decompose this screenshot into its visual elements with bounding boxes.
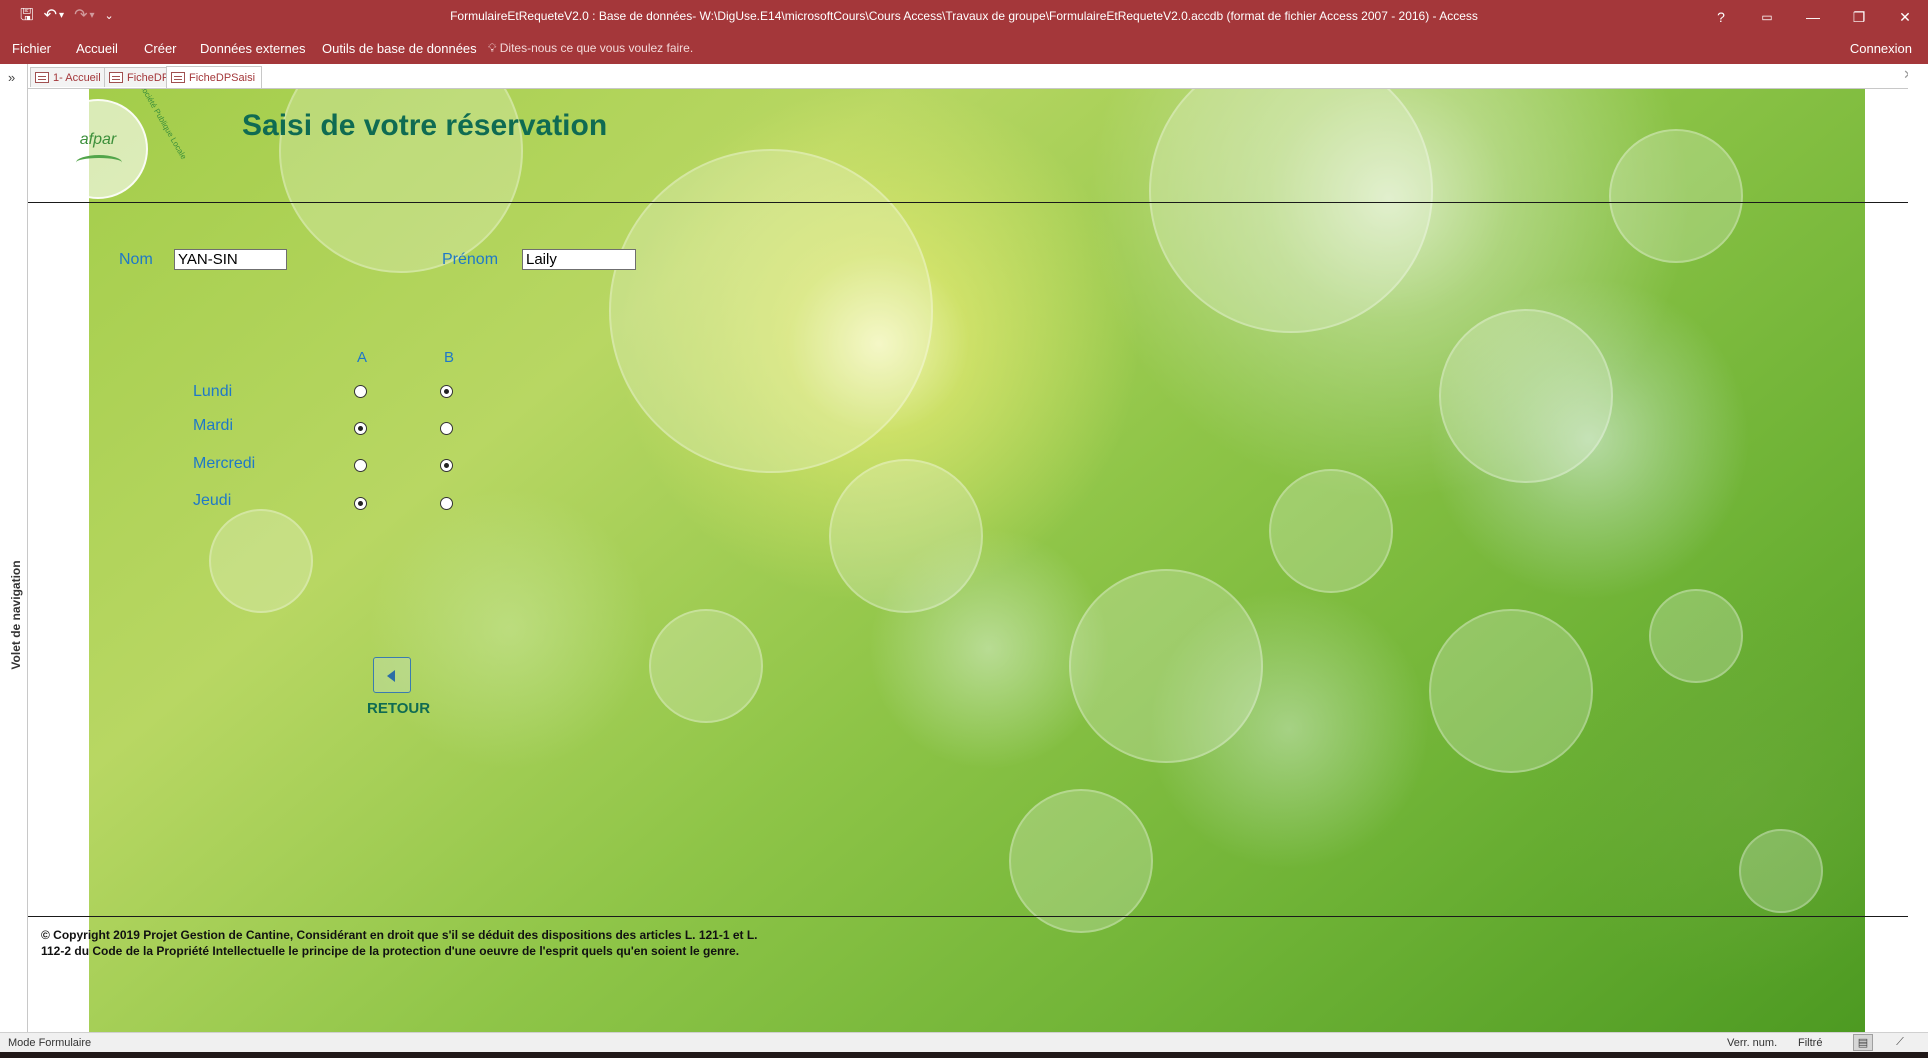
bokeh-bubble <box>1649 589 1743 683</box>
logo-swoosh <box>76 155 122 170</box>
day-label-mardi: Mardi <box>193 417 234 434</box>
day-label-jeudi: Jeudi <box>193 492 232 509</box>
footer-separator <box>28 916 1928 917</box>
layout-view-icon[interactable]: ⟋ <box>1890 1034 1910 1051</box>
minimize-button[interactable]: — <box>1790 0 1836 34</box>
column-b-label: B <box>444 349 455 366</box>
navigation-pane[interactable]: » Volet de navigation <box>0 64 28 1032</box>
form-background <box>89 89 1865 1032</box>
radio-jeudi-a[interactable] <box>354 497 367 510</box>
doc-tab-accueil[interactable]: 1- Accueil <box>30 67 108 87</box>
status-bar: Mode Formulaire Verr. num. Filtré ▤ ⟋ <box>0 1032 1928 1053</box>
prenom-field[interactable]: Laily <box>522 249 636 270</box>
radio-jeudi-b[interactable] <box>440 497 453 510</box>
bokeh-bubble <box>649 609 763 723</box>
day-label-lundi: Lundi <box>193 383 233 400</box>
radio-mardi-b[interactable] <box>440 422 453 435</box>
form-title: Saisi de votre réservation <box>242 109 608 142</box>
radio-lundi-b[interactable] <box>440 385 453 398</box>
radio-mercredi-b[interactable] <box>440 459 453 472</box>
title-bar: 🖫 ↶ ▾ ↷ ▾ ⌄ FormulaireEtRequeteV2.0 : Ba… <box>0 0 1928 34</box>
bokeh-bubble <box>1009 789 1153 933</box>
window-title: FormulaireEtRequeteV2.0 : Base de donnée… <box>450 9 1478 23</box>
sign-in-link[interactable]: Connexion <box>1850 41 1912 56</box>
tab-outils-bdd[interactable]: Outils de base de données <box>322 41 477 56</box>
tell-me-text: Dites-nous ce que vous voulez faire. <box>499 41 694 55</box>
form-icon <box>35 72 49 83</box>
back-button-label[interactable]: RETOUR <box>367 700 430 717</box>
bokeh-bubble <box>609 149 933 473</box>
radio-mercredi-a[interactable] <box>354 459 367 472</box>
bokeh-bubble <box>1269 469 1393 593</box>
ribbon: Fichier Accueil Créer Données externes O… <box>0 34 1928 64</box>
bokeh-bubble <box>1069 569 1263 763</box>
bokeh-bubble <box>1739 829 1823 913</box>
bokeh-bubble <box>1429 609 1593 773</box>
tab-accueil[interactable]: Accueil <box>76 41 118 56</box>
doc-tab-label: FicheDPSaisi <box>189 71 256 84</box>
column-a-label: A <box>357 349 368 366</box>
bokeh-bubble <box>1439 309 1613 483</box>
tell-me-box[interactable]: 💡︎ Dites-nous ce que vous voulez faire. <box>488 41 693 56</box>
restore-button[interactable]: ❐ <box>1836 0 1882 34</box>
prenom-label: Prénom <box>442 251 499 268</box>
logo-text: afpar <box>79 131 117 148</box>
form-view-icon[interactable]: ▤ <box>1853 1034 1873 1051</box>
window-controls: ? ▭ — ❐ ✕ <box>1698 0 1928 34</box>
vertical-scrollbar[interactable] <box>1908 64 1928 1032</box>
form-icon <box>109 72 123 83</box>
taskbar-strip <box>0 1052 1928 1058</box>
ribbon-display-button[interactable]: ▭ <box>1744 0 1790 34</box>
bokeh-bubble <box>829 459 983 613</box>
doc-tab-label: 1- Accueil <box>53 71 101 84</box>
expand-nav-icon[interactable]: » <box>8 70 15 85</box>
doc-tab-fichedpsaisi[interactable]: FicheDPSaisi <box>166 66 263 88</box>
bokeh-bubble <box>209 509 313 613</box>
back-button[interactable] <box>373 657 411 693</box>
tab-creer[interactable]: Créer <box>144 41 177 56</box>
afpar-logo: afpar Société Publique Locale <box>48 89 188 199</box>
close-button[interactable]: ✕ <box>1882 0 1928 34</box>
nom-label: Nom <box>119 251 153 268</box>
bokeh-bubble <box>1609 129 1743 263</box>
help-button[interactable]: ? <box>1698 0 1744 34</box>
view-mode-label: Mode Formulaire <box>8 1037 92 1049</box>
document-tabs: 1- Accueil FicheDP FicheDPSaisi ✕ <box>28 64 1928 89</box>
nav-pane-label[interactable]: Volet de navigation <box>9 555 23 675</box>
num-lock-indicator: Verr. num. <box>1727 1037 1778 1049</box>
copyright-notice: © Copyright 2019 Projet Gestion de Canti… <box>41 928 758 958</box>
nom-field[interactable]: YAN-SIN <box>174 249 287 270</box>
tab-donnees-externes[interactable]: Données externes <box>200 41 306 56</box>
filter-indicator[interactable]: Filtré <box>1798 1037 1822 1049</box>
lightbulb-icon: 💡︎ <box>488 41 497 55</box>
radio-mardi-a[interactable] <box>354 422 367 435</box>
doc-tab-label: FicheDP <box>127 71 170 84</box>
day-label-mercredi: Mercredi <box>193 455 256 472</box>
tab-fichier[interactable]: Fichier <box>12 41 51 56</box>
form-view: afpar Société Publique Locale Saisi de v… <box>28 89 1928 1032</box>
radio-lundi-a[interactable] <box>354 385 367 398</box>
form-icon <box>171 72 185 83</box>
header-separator <box>28 202 1928 203</box>
bokeh-bubble <box>1149 89 1433 333</box>
